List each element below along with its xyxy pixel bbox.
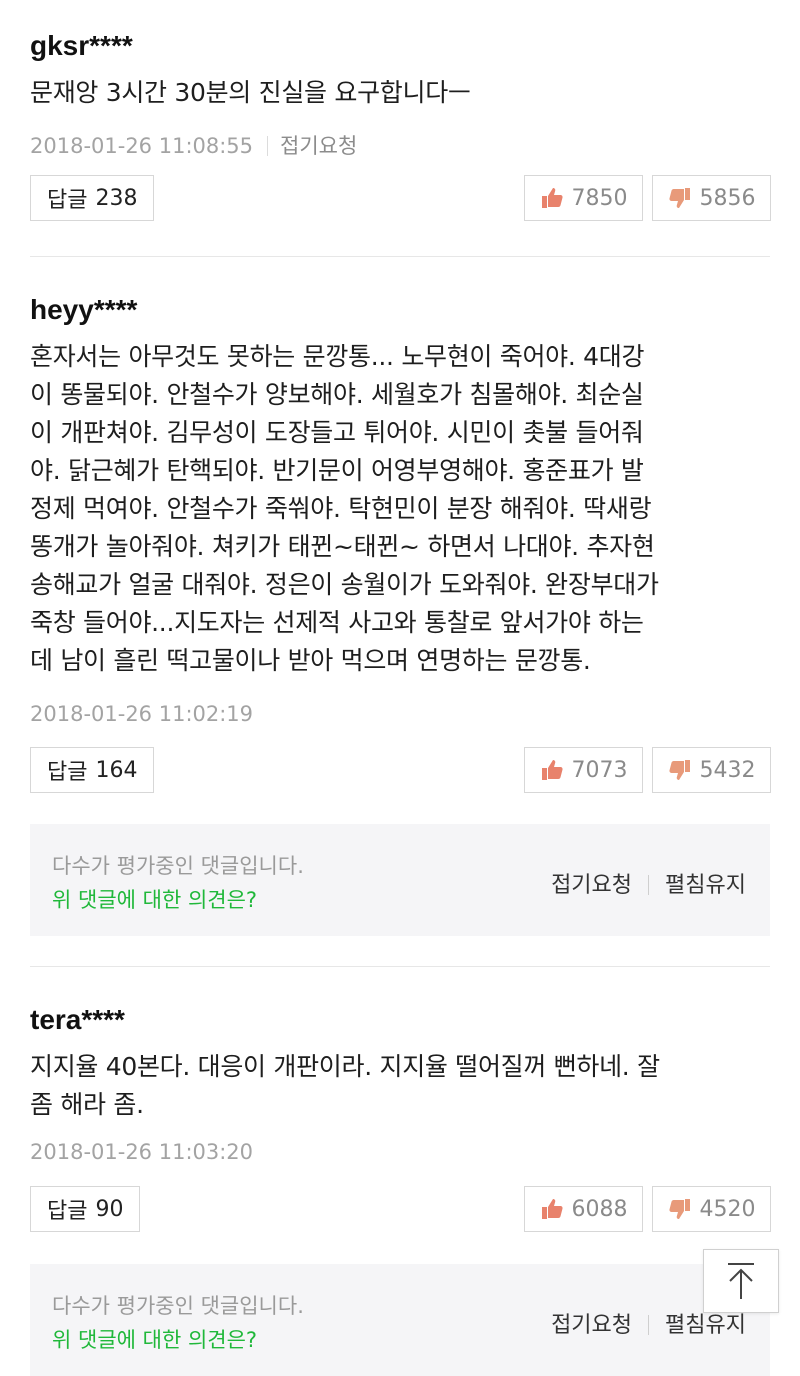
keep-open-button[interactable]: 펼침유지	[665, 873, 746, 898]
comment-text: 지지율 40본다. 대응이 개판이라. 지지율 떨어질꺼 뻔하네. 잘 좀 해라…	[30, 1048, 775, 1124]
collapse-request-link[interactable]: 접기요청	[280, 134, 357, 158]
like-button[interactable]: 7850	[524, 175, 643, 221]
like-count: 7073	[571, 757, 628, 783]
comment-timestamp: 2018-01-26 11:08:55	[30, 134, 254, 158]
comment-username[interactable]: tera****	[30, 1004, 125, 1036]
notice-text: 다수가 평가중인 댓글입니다.	[52, 854, 304, 878]
reply-count: 164	[95, 757, 138, 783]
reply-count: 238	[95, 185, 138, 211]
dislike-button[interactable]: 5432	[652, 747, 771, 793]
comment-text-line: 이 개판쳐야. 김무성이 도장들고 튀어야. 시민이 촛불 들어줘	[30, 418, 644, 447]
comment-meta: 2018-01-26 11:02:19	[30, 702, 253, 726]
comment-username[interactable]: gksr****	[30, 30, 133, 62]
comment-text-line: 데 남이 흘린 떡고물이나 받아 먹으며 연명하는 문깡통.	[30, 646, 591, 675]
dislike-count: 4520	[699, 1196, 756, 1222]
comment-text-line: 지지율 40본다. 대응이 개판이라. 지지율 떨어질꺼 뻔하네. 잘	[30, 1052, 660, 1081]
reply-label: 답글	[47, 188, 88, 213]
keep-open-button[interactable]: 펼침유지	[665, 1313, 746, 1338]
comment-text-line: 이 똥물되야. 안철수가 양보해야. 세월호가 침몰해야. 최순실	[30, 380, 644, 409]
rating-notice: 다수가 평가중인 댓글입니다. 위 댓글에 대한 의견은? 접기요청 펼침유지	[30, 1264, 770, 1376]
collapse-request-button[interactable]: 접기요청	[551, 873, 632, 898]
comment-text: 혼자서는 아무것도 못하는 문깡통... 노무현이 죽어야. 4대강 이 똥물되…	[30, 338, 775, 680]
reply-button[interactable]: 답글 90	[30, 1186, 141, 1232]
thumbs-up-icon	[541, 760, 563, 780]
like-count: 6088	[571, 1196, 628, 1222]
comment-meta: 2018-01-26 11:03:20	[30, 1140, 253, 1164]
comment-text-line: 혼자서는 아무것도 못하는 문깡통... 노무현이 죽어야. 4대강	[30, 342, 645, 371]
action-divider	[648, 1315, 650, 1335]
notice-actions: 접기요청 펼침유지	[551, 867, 746, 899]
scroll-to-top-button[interactable]	[703, 1249, 779, 1313]
comment-text-line: 좀 해라 좀.	[30, 1090, 144, 1119]
reply-label: 답글	[47, 1199, 88, 1224]
thumbs-down-icon	[668, 188, 690, 208]
notice-text: 다수가 평가중인 댓글입니다.	[52, 1294, 304, 1318]
like-count: 7850	[571, 185, 628, 211]
action-divider	[648, 875, 650, 895]
dislike-count: 5432	[699, 757, 756, 783]
thumbs-up-icon	[541, 1199, 563, 1219]
comment-meta: 2018-01-26 11:08:55 접기요청	[30, 130, 357, 160]
reply-count: 90	[95, 1196, 124, 1222]
dislike-button[interactable]: 5856	[652, 175, 771, 221]
comment-text-line: 똥개가 놀아줘야. 쳐키가 태뀐~태뀐~ 하면서 나대야. 추자현	[30, 532, 655, 561]
reply-label: 답글	[47, 760, 88, 785]
comment-divider	[30, 256, 770, 257]
reply-button[interactable]: 답글 164	[30, 747, 155, 793]
comment-text-line: 송해교가 얼굴 대줘야. 정은이 송월이가 도와줘야. 완장부대가	[30, 570, 659, 599]
comment-timestamp: 2018-01-26 11:03:20	[30, 1140, 254, 1164]
collapse-request-button[interactable]: 접기요청	[551, 1313, 632, 1338]
dislike-count: 5856	[699, 185, 756, 211]
like-button[interactable]: 6088	[524, 1186, 643, 1232]
comment-text-line: 죽창 들어야...지도자는 선제적 사고와 통찰로 앞서가야 하는	[30, 608, 644, 637]
reply-button[interactable]: 답글 238	[30, 175, 155, 221]
comment-text-line: 정제 먹여야. 안철수가 죽쒀야. 탁현민이 분장 해줘야. 딱새랑	[30, 494, 652, 523]
rating-notice: 다수가 평가중인 댓글입니다. 위 댓글에 대한 의견은? 접기요청 펼침유지	[30, 824, 770, 936]
dislike-button[interactable]: 4520	[652, 1186, 771, 1232]
comment-text: 문재앙 3시간 30분의 진실을 요구합니다ㅡ	[30, 78, 471, 107]
like-button[interactable]: 7073	[524, 747, 643, 793]
comment-divider	[30, 966, 770, 967]
thumbs-down-icon	[668, 1199, 690, 1219]
comment-timestamp: 2018-01-26 11:02:19	[30, 702, 254, 726]
thumbs-down-icon	[668, 760, 690, 780]
thumbs-up-icon	[541, 188, 563, 208]
meta-divider	[267, 136, 269, 156]
arrow-up-icon	[728, 1263, 754, 1299]
comment-text-line: 야. 닭근혜가 탄핵되야. 반기문이 어영부영해야. 홍준표가 발	[30, 456, 644, 485]
opinion-prompt-link[interactable]: 위 댓글에 대한 의견은?	[52, 1324, 257, 1354]
opinion-prompt-link[interactable]: 위 댓글에 대한 의견은?	[52, 884, 257, 914]
comment-username[interactable]: heyy****	[30, 294, 137, 326]
